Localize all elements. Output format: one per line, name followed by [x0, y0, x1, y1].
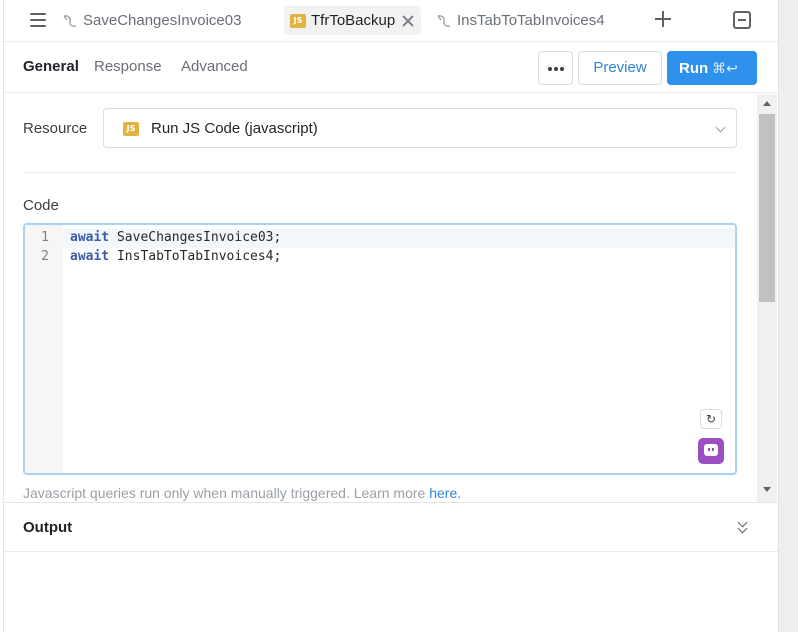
more-dot: [548, 67, 552, 71]
code-label: Code: [23, 197, 59, 214]
chevron-down-icon: [715, 122, 726, 133]
sql-query-icon: [437, 14, 451, 27]
scrollbar[interactable]: [757, 94, 777, 502]
preview-button[interactable]: Preview: [578, 51, 662, 85]
run-button[interactable]: Run ⌘↩: [667, 51, 757, 85]
tab-label: SaveChangesInvoice03: [83, 12, 242, 29]
robot-face: [704, 444, 718, 456]
scroll-up-icon[interactable]: [763, 101, 771, 106]
menu-icon[interactable]: [30, 13, 46, 27]
hint-text: Javascript queries run only when manuall…: [23, 485, 461, 501]
tab-general[interactable]: General: [23, 58, 79, 75]
run-shortcut: ⌘↩: [712, 60, 738, 76]
query-editor-panel: Resource JS Run JS Code (javascript) Cod…: [4, 94, 757, 501]
chevrons-down-icon[interactable]: [736, 517, 750, 535]
divider: [4, 551, 778, 552]
ai-assistant-icon[interactable]: [698, 438, 724, 464]
format-code-icon[interactable]: ↻: [700, 409, 722, 429]
minimize-panel-icon[interactable]: [733, 11, 751, 29]
code-text: SaveChangesInvoice03;: [109, 230, 282, 245]
sql-query-icon: [63, 14, 77, 27]
output-title: Output: [23, 519, 73, 536]
keyword: await: [70, 230, 110, 245]
line-number: 1: [41, 230, 49, 245]
learn-more-link[interactable]: here.: [429, 485, 461, 501]
output-panel: Output: [4, 502, 778, 632]
resource-value: Run JS Code (javascript): [151, 120, 318, 137]
code-line[interactable]: await InsTabToTabInvoices4;: [70, 249, 281, 264]
divider: [23, 172, 737, 173]
tab-advanced[interactable]: Advanced: [181, 58, 248, 75]
right-edge-panel: [778, 0, 798, 632]
js-icon: JS: [290, 13, 306, 28]
tab-response[interactable]: Response: [94, 58, 162, 75]
code-line[interactable]: await SaveChangesInvoice03;: [70, 230, 281, 245]
code-text: InsTabToTabInvoices4;: [109, 249, 282, 264]
scroll-thumb[interactable]: [759, 114, 775, 302]
code-editor[interactable]: 1 2 await SaveChangesInvoice03; await In…: [23, 223, 737, 475]
more-options-button[interactable]: [538, 51, 573, 85]
tab-label: InsTabToTabInvoices4: [457, 12, 605, 29]
query-tab-bar: SaveChangesInvoice03 JS TfrToBackup InsT…: [4, 0, 778, 42]
chevron: [737, 523, 748, 534]
line-number: 2: [41, 249, 49, 264]
tab-tfrtobackup[interactable]: JS TfrToBackup: [284, 6, 422, 35]
more-dot: [554, 67, 558, 71]
js-icon: JS: [123, 122, 139, 136]
resource-label: Resource: [23, 120, 88, 137]
query-toolbar: General Response Advanced Preview Run ⌘↩: [4, 43, 778, 93]
resource-select[interactable]: JS Run JS Code (javascript): [103, 108, 737, 148]
add-tab-icon[interactable]: [655, 11, 671, 27]
more-dot: [560, 67, 564, 71]
tab-label: TfrToBackup: [311, 12, 396, 29]
scroll-down-icon[interactable]: [763, 487, 771, 492]
tab-savechangesinvoice03[interactable]: SaveChangesInvoice03: [62, 6, 241, 35]
tab-instabtotabinvoices4[interactable]: InsTabToTabInvoices4: [436, 6, 605, 35]
hint-message: Javascript queries run only when manuall…: [23, 485, 430, 501]
keyword: await: [70, 249, 110, 264]
close-icon[interactable]: [401, 14, 415, 28]
run-label: Run: [679, 60, 709, 77]
